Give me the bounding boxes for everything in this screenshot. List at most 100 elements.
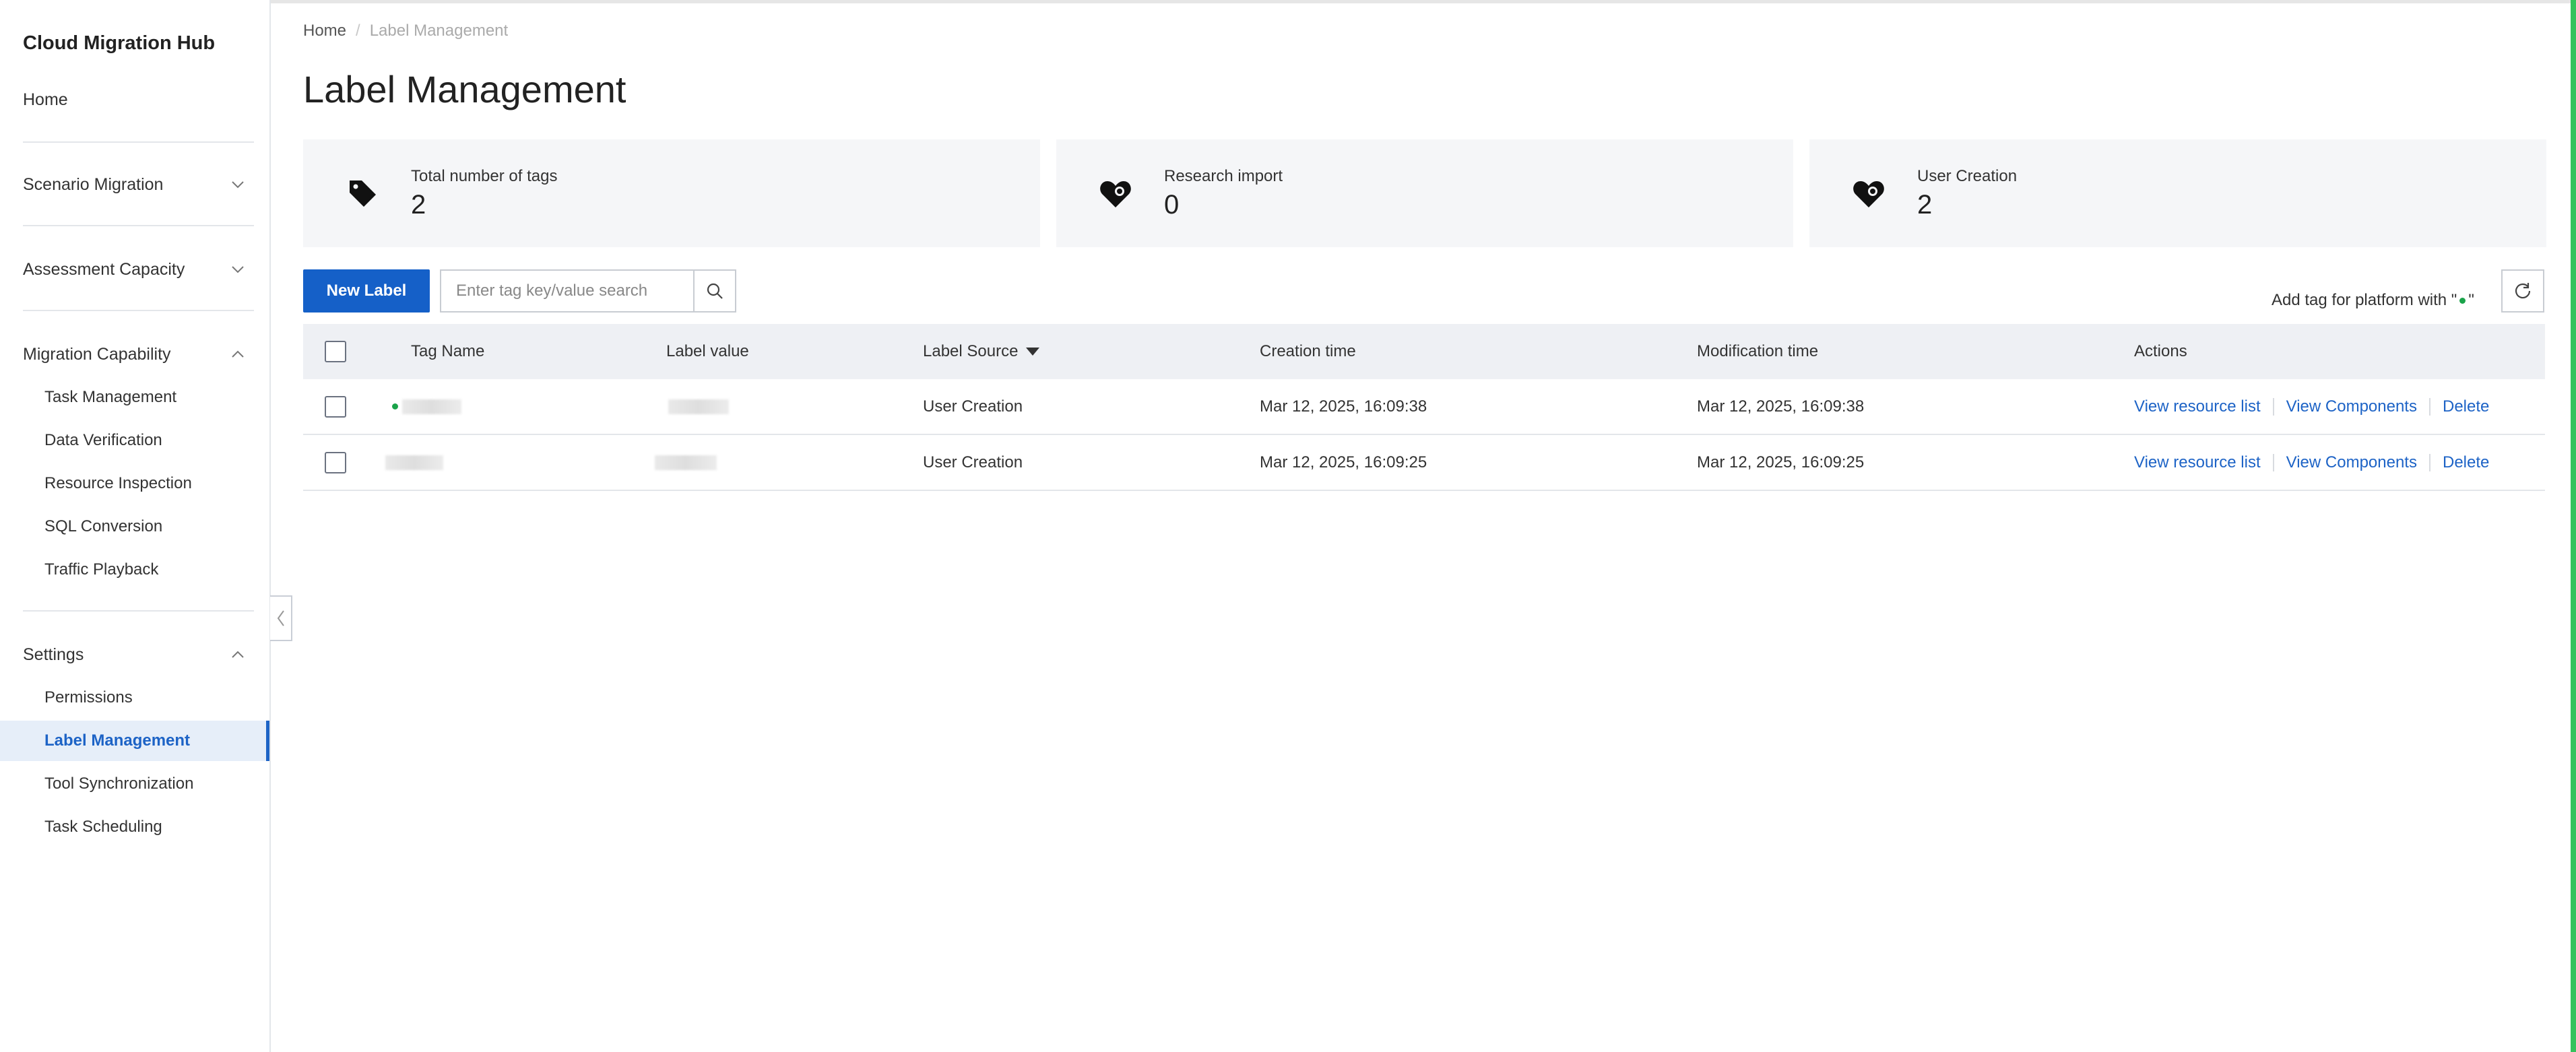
- breadcrumb-current: Label Management: [369, 22, 509, 40]
- tag-name-redacted: [385, 455, 443, 470]
- sidebar-divider: [23, 141, 254, 143]
- platform-tag-note: Add tag for platform with " ": [2272, 291, 2474, 310]
- platform-dot-icon: [392, 403, 398, 409]
- sidebar-item-task-management[interactable]: Task Management: [44, 388, 176, 407]
- column-header-label: Label Source: [923, 342, 1019, 360]
- column-header-actions: Actions: [2134, 342, 2187, 360]
- label-value-redacted: [655, 455, 717, 470]
- sidebar-collapse-button[interactable]: [270, 595, 292, 641]
- sidebar-item-data-verification[interactable]: Data Verification: [44, 431, 162, 450]
- stat-card-user-creation: User Creation 2: [1809, 139, 2546, 247]
- stat-label: User Creation: [1917, 166, 2018, 185]
- stat-label: Research import: [1164, 166, 1283, 185]
- sidebar: Cloud Migration Hub Home Scenario Migrat…: [0, 0, 271, 1052]
- column-header-tag-name: Tag Name: [411, 342, 485, 360]
- creation-time-cell: Mar 12, 2025, 16:09:38: [1260, 397, 1427, 416]
- breadcrumb-separator: /: [356, 22, 360, 40]
- chevron-left-icon: [277, 610, 284, 626]
- actions-cell: View resource list View Components Delet…: [2134, 379, 2489, 434]
- platform-dot-icon: [2459, 297, 2466, 304]
- sidebar-group-label: Settings: [23, 645, 84, 664]
- chevron-down-icon: [230, 177, 245, 192]
- column-header-creation-time: Creation time: [1260, 342, 1356, 360]
- sidebar-group-assessment-capacity[interactable]: Assessment Capacity: [23, 256, 245, 283]
- modification-time-cell: Mar 12, 2025, 16:09:25: [1697, 453, 1865, 471]
- page-title: Label Management: [303, 68, 626, 110]
- refresh-button[interactable]: [2501, 269, 2544, 313]
- top-shadow: [0, 0, 2576, 3]
- label-value-cell: [655, 435, 717, 490]
- label-source-cell: User Creation: [923, 397, 1023, 416]
- label-source-cell: User Creation: [923, 453, 1023, 471]
- sidebar-item-task-scheduling[interactable]: Task Scheduling: [44, 818, 162, 836]
- sidebar-item-tool-synchronization[interactable]: Tool Synchronization: [44, 775, 193, 793]
- view-resource-list-link[interactable]: View resource list: [2134, 453, 2261, 472]
- breadcrumb-home[interactable]: Home: [303, 22, 346, 40]
- platform-note-prefix: Add tag for platform with ": [2272, 291, 2457, 309]
- row-checkbox[interactable]: [325, 451, 346, 473]
- new-label-button[interactable]: New Label: [303, 269, 430, 313]
- chevron-up-icon: [230, 647, 245, 662]
- sidebar-group-label: Assessment Capacity: [23, 259, 185, 279]
- breadcrumb: Home / Label Management: [303, 22, 508, 40]
- column-header-label-value: Label value: [666, 342, 749, 360]
- action-separator: [2272, 397, 2274, 416]
- sidebar-group-migration-capability[interactable]: Migration Capability: [23, 341, 245, 368]
- search-button[interactable]: [693, 271, 735, 311]
- heart-tag-user-icon: [1848, 173, 1889, 213]
- action-separator: [2428, 397, 2430, 416]
- sidebar-item-traffic-playback[interactable]: Traffic Playback: [44, 560, 158, 579]
- label-value-redacted: [668, 399, 729, 414]
- chevron-down-icon: [230, 262, 245, 277]
- stat-value: 2: [1917, 189, 1933, 220]
- stat-label: Total number of tags: [411, 166, 558, 185]
- tag-name-redacted: [402, 399, 461, 414]
- sidebar-divider: [23, 610, 254, 612]
- search-box: [440, 269, 736, 313]
- action-separator: [2428, 453, 2430, 471]
- sidebar-divider: [23, 310, 254, 311]
- stat-value: 0: [1164, 189, 1180, 220]
- row-checkbox-cell: [325, 435, 346, 490]
- tag-icon: [342, 173, 383, 213]
- sidebar-item-home[interactable]: Home: [23, 90, 68, 110]
- sidebar-group-scenario-migration[interactable]: Scenario Migration: [23, 171, 245, 198]
- table-row: User Creation Mar 12, 2025, 16:09:38 Mar…: [303, 379, 2545, 435]
- sidebar-group-settings[interactable]: Settings: [23, 641, 245, 668]
- label-value-cell: [668, 379, 729, 434]
- delete-link[interactable]: Delete: [2443, 453, 2489, 472]
- refresh-icon: [2515, 283, 2531, 299]
- select-all-checkbox-cell: [325, 324, 346, 379]
- labels-table: Tag Name Label value Label Source Creati…: [303, 324, 2545, 491]
- column-header-modification-time: Modification time: [1697, 342, 1819, 360]
- stat-value: 2: [411, 189, 426, 220]
- column-header-label-source[interactable]: Label Source: [923, 324, 1040, 379]
- stat-card-research-import: Research import 0: [1056, 139, 1793, 247]
- select-all-checkbox[interactable]: [325, 341, 346, 362]
- creation-time-cell: Mar 12, 2025, 16:09:25: [1260, 453, 1427, 471]
- sidebar-item-permissions[interactable]: Permissions: [44, 688, 133, 707]
- sort-down-icon[interactable]: [1026, 348, 1040, 356]
- search-input[interactable]: [441, 271, 693, 311]
- sidebar-item-sql-conversion[interactable]: SQL Conversion: [44, 517, 162, 536]
- sidebar-item-label-management[interactable]: Label Management: [0, 721, 269, 761]
- sidebar-group-label: Migration Capability: [23, 344, 171, 364]
- delete-link[interactable]: Delete: [2443, 397, 2489, 416]
- search-icon: [707, 283, 723, 299]
- view-components-link[interactable]: View Components: [2286, 397, 2417, 416]
- table-row: User Creation Mar 12, 2025, 16:09:25 Mar…: [303, 435, 2545, 491]
- view-resource-list-link[interactable]: View resource list: [2134, 397, 2261, 416]
- table-header: Tag Name Label value Label Source Creati…: [303, 324, 2545, 379]
- row-checkbox[interactable]: [325, 395, 346, 418]
- tag-name-cell: [385, 435, 443, 490]
- stat-card-total-tags: Total number of tags 2: [303, 139, 1040, 247]
- action-separator: [2272, 453, 2274, 471]
- view-components-link[interactable]: View Components: [2286, 453, 2417, 472]
- brand-title: Cloud Migration Hub: [23, 32, 216, 54]
- sidebar-item-resource-inspection[interactable]: Resource Inspection: [44, 474, 192, 493]
- chevron-up-icon: [230, 347, 245, 362]
- sidebar-divider: [23, 225, 254, 226]
- tag-name-cell: [392, 379, 461, 434]
- sidebar-group-label: Scenario Migration: [23, 174, 164, 194]
- platform-note-suffix: ": [2468, 291, 2474, 309]
